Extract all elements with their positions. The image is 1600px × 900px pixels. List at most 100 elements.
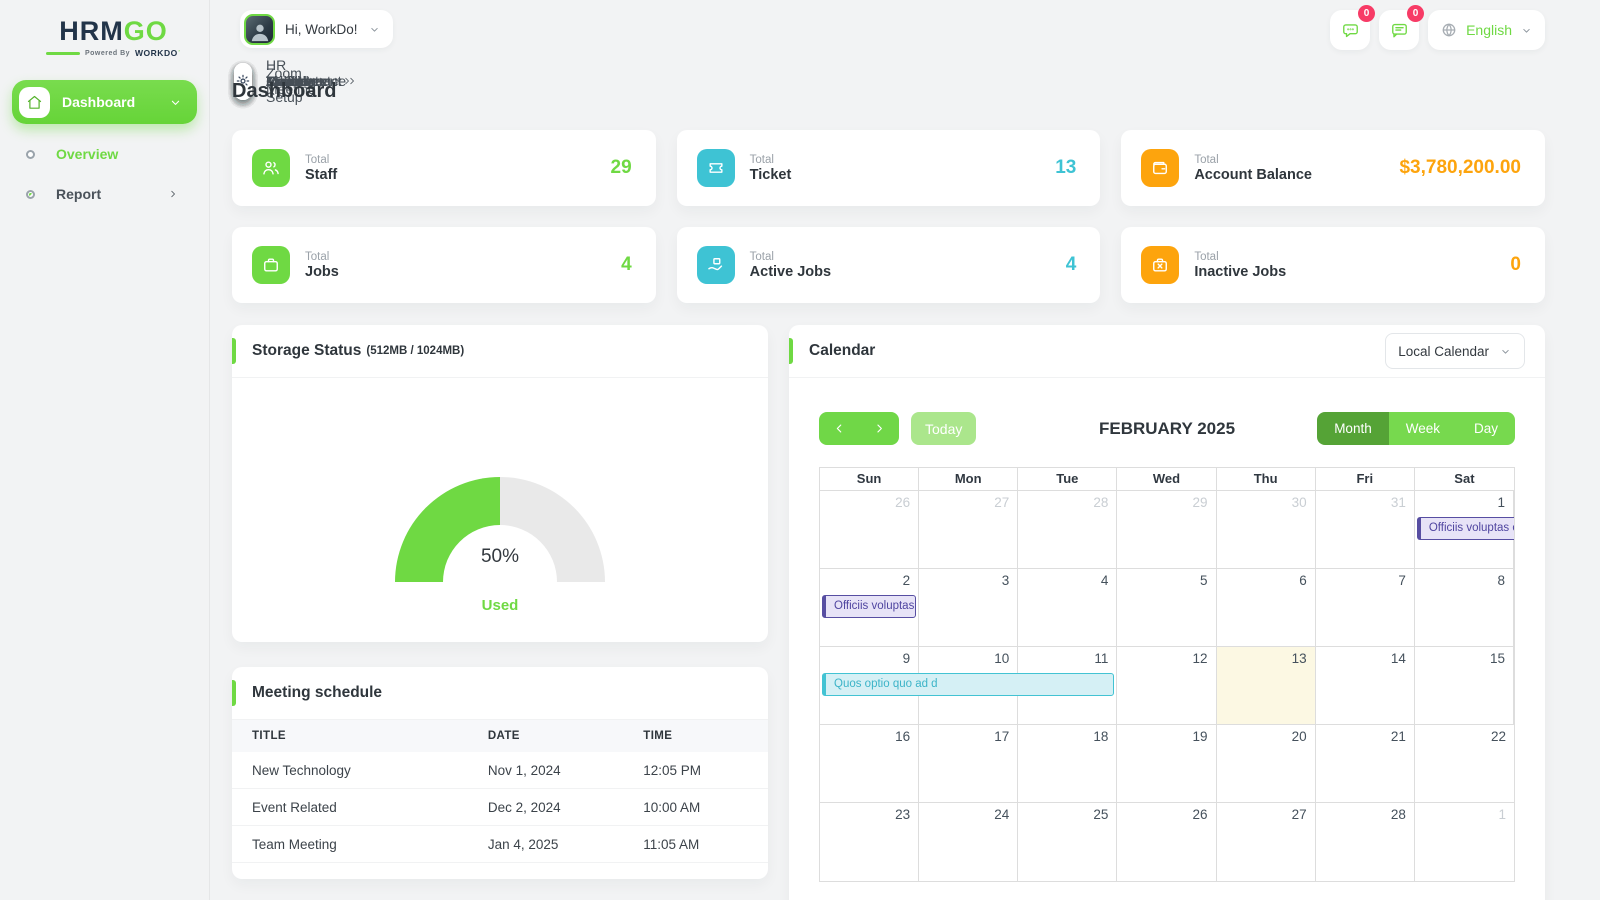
- calendar-event[interactable]: Quos optio quo ad d: [822, 673, 1115, 696]
- meeting-date: Jan 4, 2025: [467, 825, 624, 863]
- day-number: 7: [1398, 573, 1406, 588]
- stat-total-label: Total: [749, 250, 774, 263]
- calendar-day-cell[interactable]: 8: [1414, 569, 1514, 647]
- calendar-day-cell[interactable]: 19: [1117, 725, 1217, 803]
- day-number: 14: [1390, 651, 1406, 666]
- day-of-week-header: Sun: [820, 468, 920, 491]
- bullet-icon: [26, 149, 35, 159]
- page-title: Dashboard: [232, 80, 337, 102]
- month-view-button[interactable]: Month: [1317, 412, 1389, 445]
- calendar-day-cell[interactable]: 26: [1117, 803, 1217, 881]
- day-number: 21: [1390, 729, 1406, 744]
- column-header-date: DATE: [467, 720, 624, 752]
- stat-value: 4: [1065, 254, 1077, 275]
- stat-value: 29: [610, 157, 632, 178]
- calendar-day-cell[interactable]: 27: [1217, 803, 1316, 881]
- sidebar-nav: Overview Report Staff Employee Payroll Timesh…: [12, 57, 355, 214]
- day-number: 25: [1093, 807, 1109, 822]
- day-number: 22: [1490, 729, 1506, 744]
- meeting-row: Event Related Dec 2, 2024 10:00 AM: [232, 788, 768, 826]
- stat-value: $3,780,200.00: [1399, 157, 1521, 178]
- topbar: Hi, WorkDo! 0 0 English: [232, 5, 1545, 50]
- bullet-icon: [26, 189, 35, 199]
- calendar-day-cell[interactable]: 12: [1117, 647, 1217, 725]
- calendar-day-cell[interactable]: 7: [1315, 569, 1415, 647]
- calendar-day-cell[interactable]: 28: [1018, 491, 1118, 569]
- day-number: 16: [895, 729, 911, 744]
- calendar-week-row: 2 3 4 5 6 7 8 Officiis voluptas c: [820, 569, 1514, 647]
- calendar-event[interactable]: Officiis voluptas c: [1416, 517, 1514, 540]
- notifications-button[interactable]: 0: [1379, 5, 1425, 50]
- calendar-day-cell[interactable]: 31: [1315, 491, 1415, 569]
- calendar-day-cell[interactable]: 30: [1216, 491, 1316, 569]
- calendar-day-cell[interactable]: 26: [820, 491, 920, 569]
- calendar-day-cell[interactable]: 29: [1117, 491, 1217, 569]
- calendar-day-cell[interactable]: 1: [1415, 803, 1514, 881]
- week-view-button[interactable]: Week: [1388, 412, 1457, 445]
- chevron-down-icon: [168, 95, 183, 110]
- users-icon: [252, 149, 290, 187]
- user-menu[interactable]: Hi, WorkDo!: [240, 10, 393, 48]
- stat-name: Staff: [305, 166, 338, 183]
- calendar-day-cell[interactable]: 22: [1414, 725, 1514, 803]
- chat-bubble-icon: [1341, 21, 1360, 40]
- stat-card-account-balance: Total Account Balance $3,780,200.00: [1121, 130, 1545, 206]
- calendar-day-cell[interactable]: 24: [919, 803, 1019, 881]
- calendar-day-cell[interactable]: 20: [1216, 725, 1316, 803]
- chevron-down-icon: [1520, 24, 1533, 37]
- calendar-day-cell[interactable]: 15: [1414, 647, 1514, 725]
- calendar-day-cell[interactable]: 25: [1018, 803, 1118, 881]
- day-view-button[interactable]: Day: [1456, 412, 1515, 445]
- day-of-week-header: Tue: [1018, 468, 1118, 491]
- calendar-day-cell[interactable]: 4: [1018, 569, 1118, 647]
- calendar-day-cell[interactable]: 17: [919, 725, 1019, 803]
- language-selector[interactable]: English: [1428, 10, 1545, 50]
- day-of-week-header: Mon: [919, 468, 1019, 491]
- calendar-day-cell[interactable]: 21: [1315, 725, 1415, 803]
- calendar-day-cell[interactable]: 16: [820, 725, 920, 803]
- calendar-day-cell[interactable]: 27: [919, 491, 1019, 569]
- stat-value: 13: [1055, 157, 1077, 178]
- calendar-day-cell[interactable]: 5: [1117, 569, 1217, 647]
- calendar-card: Calendar Local Calendar Today FEBRUARY 2…: [789, 325, 1545, 900]
- column-header-time: TIME: [623, 720, 768, 752]
- calendar-day-cell[interactable]: 18: [1018, 725, 1118, 803]
- day-number: 28: [1390, 807, 1406, 822]
- calendar-day-cell[interactable]: 13: [1216, 647, 1316, 725]
- day-number: 20: [1291, 729, 1307, 744]
- day-number: 30: [1291, 495, 1307, 510]
- home-icon: [19, 86, 50, 118]
- calendar-week-row: 23 24 25 26 27 28 1: [820, 803, 1514, 881]
- calendar-event[interactable]: Officiis voluptas c: [822, 595, 917, 618]
- app-logo: HRMGO Powered By WORKDOʾ: [30, 16, 197, 58]
- calendar-view-switcher: Month Week Day: [1317, 412, 1515, 445]
- messages-button[interactable]: 0: [1330, 5, 1376, 50]
- briefcase-icon: [252, 246, 290, 284]
- globe-icon: [1440, 21, 1458, 39]
- day-number: 11: [1094, 651, 1109, 666]
- calendar-day-cell[interactable]: 28: [1316, 803, 1415, 881]
- stat-total-label: Total: [1194, 153, 1219, 166]
- calendar-source-select[interactable]: Local Calendar: [1385, 333, 1525, 369]
- stat-total-label: Total: [305, 153, 330, 166]
- hand-box-icon: [696, 246, 735, 284]
- meeting-schedule-card: Meeting schedule TITLE DATE TIME New Techn…: [232, 667, 768, 879]
- stat-value: 4: [621, 254, 632, 275]
- day-number: 27: [994, 495, 1010, 510]
- ticket-icon: [696, 149, 735, 187]
- column-header-title: TITLE: [232, 720, 468, 752]
- stat-name: Inactive Jobs: [1194, 263, 1287, 280]
- sidebar-item-overview[interactable]: Overview: [12, 134, 197, 174]
- calendar-day-cell[interactable]: 14: [1315, 647, 1415, 725]
- sidebar-item-dashboard[interactable]: Dashboard: [12, 80, 197, 124]
- calendar-day-cell[interactable]: 3: [919, 569, 1019, 647]
- sidebar-item-report[interactable]: Report: [12, 174, 197, 214]
- sidebar-item-label: Dashboard: [62, 94, 136, 110]
- calendar-day-cell[interactable]: 6: [1216, 569, 1316, 647]
- user-greeting: Hi, WorkDo!: [285, 21, 358, 37]
- calendar-day-cell[interactable]: 23: [820, 803, 920, 881]
- day-number: 3: [1001, 573, 1010, 588]
- stat-card-jobs: Total Jobs 4: [232, 227, 656, 303]
- day-number: 9: [902, 651, 911, 666]
- stat-total-label: Total: [749, 153, 774, 166]
